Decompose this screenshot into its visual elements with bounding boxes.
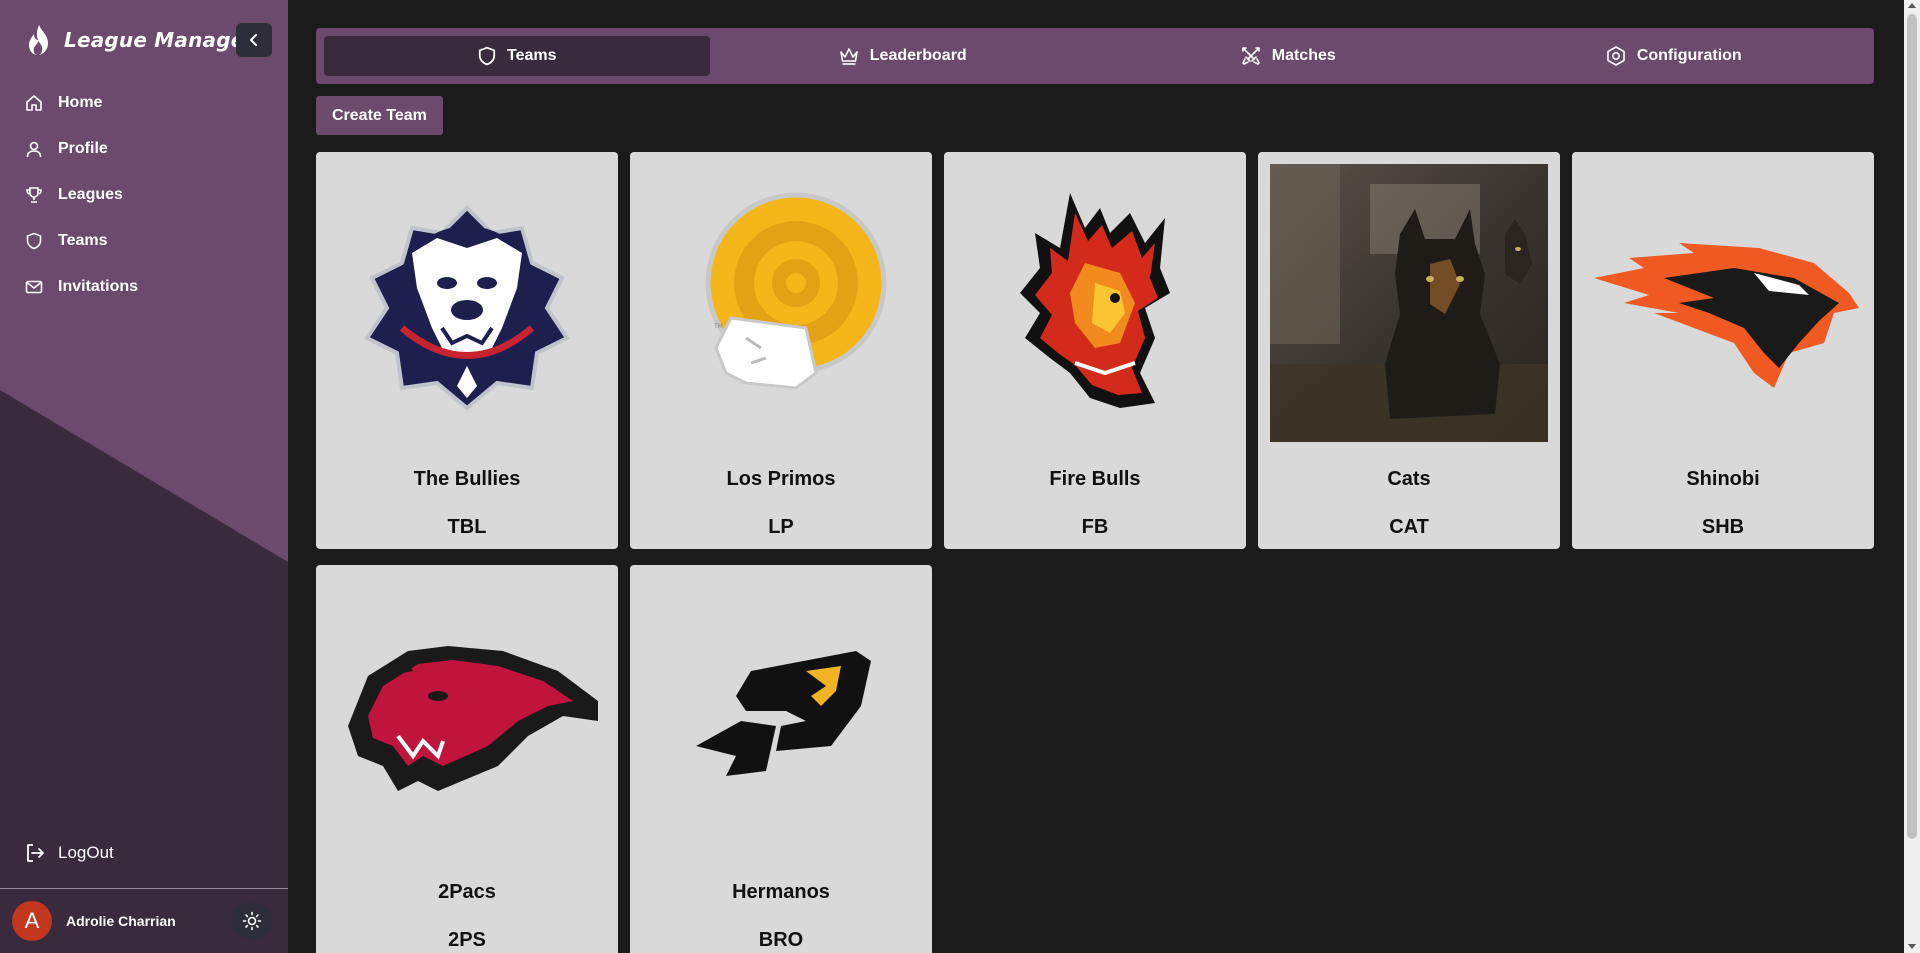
logout-icon (27, 844, 44, 862)
team-abbreviation: TBL (447, 516, 487, 538)
create-team-button[interactable]: Create Team (316, 96, 443, 135)
team-name: Fire Bulls (1049, 468, 1141, 490)
user-name: Adrolie Charrian (66, 913, 176, 929)
sidebar: League Manager Home Profile Leagues Team… (0, 0, 288, 953)
team-abbreviation: LP (768, 516, 794, 538)
collapse-sidebar-button[interactable] (236, 23, 272, 57)
sidebar-item-label: Invitations (58, 278, 139, 295)
shield-icon (478, 46, 496, 66)
user-profile[interactable]: A Adrolie Charrian (12, 901, 176, 941)
team-abbreviation: CAT (1389, 516, 1429, 538)
hexagon-gear-icon (1607, 46, 1625, 66)
sidebar-nav: Home Profile Leagues Teams Invitations (0, 80, 288, 310)
team-name: 2Pacs (438, 881, 496, 903)
sidebar-item-label: Teams (58, 232, 108, 249)
app: League Manager Home Profile Leagues Team… (0, 0, 1920, 953)
sidebar-item-profile[interactable]: Profile (0, 126, 288, 172)
team-name: Los Primos (726, 468, 836, 490)
ram-logo: TM (642, 164, 920, 442)
page-scrollbar[interactable] (1904, 0, 1920, 953)
teams-grid: The Bullies TBL TM Los Primos LP Fire Bu… (316, 152, 1874, 953)
app-name: League Manager (64, 28, 255, 52)
tab-configuration[interactable]: Configuration (1481, 36, 1867, 76)
flame-logo-icon (29, 25, 48, 55)
tab-teams[interactable]: Teams (324, 36, 710, 76)
mail-icon (24, 277, 44, 297)
team-card[interactable]: Fire Bulls FB (944, 152, 1246, 549)
sidebar-item-invitations[interactable]: Invitations (0, 264, 288, 310)
team-name: Shinobi (1686, 468, 1760, 490)
tab-matches[interactable]: Matches (1095, 36, 1481, 76)
trophy-icon (24, 185, 44, 205)
tab-bar: Teams Leaderboard Matches Configuration (316, 28, 1874, 84)
team-abbreviation: SHB (1701, 516, 1745, 538)
sun-icon (242, 911, 262, 931)
team-name: The Bullies (413, 468, 521, 490)
tab-label: Configuration (1636, 47, 1742, 64)
sidebar-item-label: Leagues (58, 186, 123, 203)
tab-label: Matches (1271, 47, 1336, 64)
bulldog-logo (328, 164, 606, 442)
brand[interactable]: League Manager (26, 22, 255, 58)
team-card[interactable]: The Bullies TBL (316, 152, 618, 549)
team-abbreviation: BRO (758, 929, 804, 951)
logout-button[interactable]: LogOut (24, 840, 114, 866)
team-card[interactable]: Cats CAT (1258, 152, 1560, 549)
sidebar-item-label: Home (58, 94, 103, 111)
svg-text:TM: TM (713, 323, 723, 330)
tab-label: Leaderboard (869, 47, 967, 64)
team-abbreviation: FB (1081, 516, 1109, 538)
team-card[interactable]: 2Pacs 2PS (316, 565, 618, 953)
avatar: A (12, 901, 52, 941)
chevron-left-icon (250, 34, 257, 46)
team-name: Cats (1387, 468, 1431, 490)
scrollbar-thumb[interactable] (1907, 14, 1917, 839)
sidebar-item-leagues[interactable]: Leagues (0, 172, 288, 218)
shield-icon (24, 231, 44, 251)
team-card[interactable]: Hermanos BRO (630, 565, 932, 953)
logout-label: LogOut (58, 843, 114, 862)
main-content: Teams Leaderboard Matches Configuration … (316, 28, 1874, 953)
panther-logo (328, 577, 606, 855)
crown-icon (839, 48, 858, 65)
theme-toggle-button[interactable] (232, 903, 272, 939)
sidebar-divider (0, 888, 288, 889)
shinobi-logo (1584, 164, 1862, 442)
team-name: Hermanos (732, 881, 830, 903)
crossed-swords-icon (1241, 47, 1260, 65)
hermanos-logo (642, 577, 920, 855)
sidebar-item-teams[interactable]: Teams (0, 218, 288, 264)
user-icon (24, 139, 44, 159)
cat-photo (1270, 164, 1548, 442)
home-icon (24, 93, 44, 113)
scroll-down-arrow-icon[interactable] (1908, 944, 1916, 949)
team-card[interactable]: TM Los Primos LP (630, 152, 932, 549)
scroll-up-arrow-icon[interactable] (1908, 3, 1916, 8)
sidebar-item-home[interactable]: Home (0, 80, 288, 126)
sidebar-item-label: Profile (58, 140, 108, 157)
tab-label: Teams (506, 47, 557, 64)
team-card[interactable]: Shinobi SHB (1572, 152, 1874, 549)
team-abbreviation: 2PS (448, 929, 486, 951)
tab-leaderboard[interactable]: Leaderboard (710, 36, 1096, 76)
fire-bull-logo (956, 164, 1234, 442)
